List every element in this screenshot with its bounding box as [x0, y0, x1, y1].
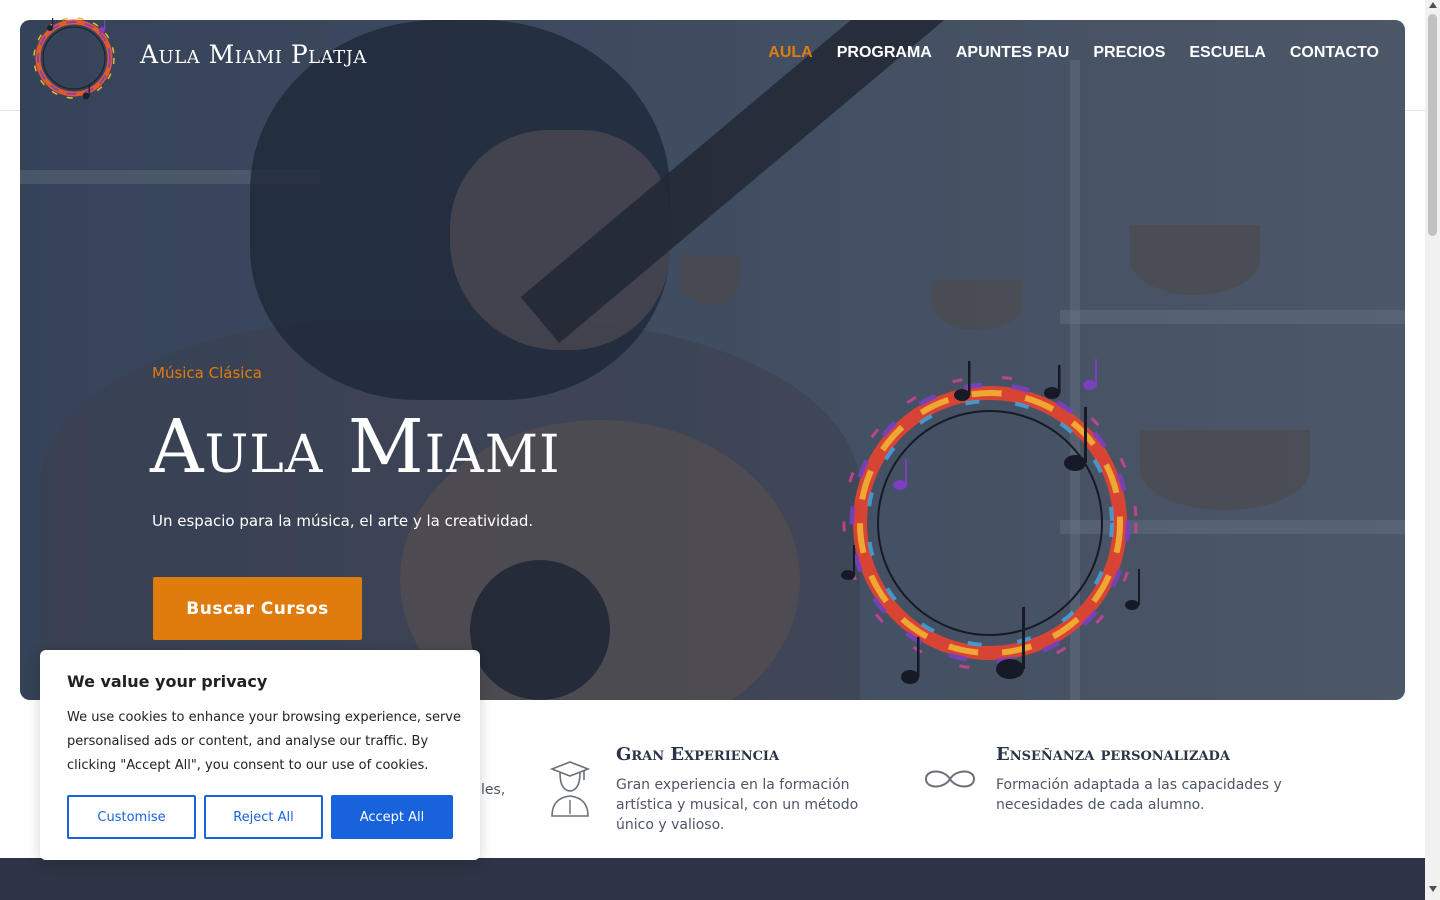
cookie-text: We use cookies to enhance your browsing … — [67, 710, 461, 773]
site-logo[interactable] — [28, 8, 120, 104]
main-nav: AULA PROGRAMA APUNTES PAU PRECIOS ESCUEL… — [744, 44, 1379, 62]
page: Aula Miami Platja AULA PROGRAMA APUNTES … — [0, 0, 1425, 900]
feature-text: Gran experiencia en la formación artísti… — [616, 777, 859, 833]
nav-item-escuela[interactable]: ESCUELA — [1189, 44, 1265, 62]
music-ring-graphic — [820, 355, 1160, 695]
graduate-icon — [548, 760, 592, 818]
feature-text: les, — [481, 782, 506, 798]
infinity-icon — [922, 764, 978, 794]
feature-personalized: Enseñanza personalizada Formación adapta… — [996, 744, 1286, 815]
feature-experience: Gran Experiencia Gran experiencia en la … — [616, 744, 886, 835]
hero-subtitle: Un espacio para la música, el arte y la … — [152, 512, 534, 530]
reject-all-button[interactable]: Reject All — [204, 795, 323, 839]
scroll-down-icon[interactable] — [1428, 886, 1437, 892]
search-courses-button[interactable]: Buscar Cursos — [153, 577, 362, 640]
accept-all-button[interactable]: Accept All — [331, 795, 453, 839]
scroll-up-icon[interactable] — [1428, 2, 1437, 8]
music-ring-logo-icon — [33, 17, 115, 100]
feature-music: les, — [481, 780, 505, 800]
music-ring-icon — [841, 359, 1140, 684]
footer-band — [0, 858, 1425, 900]
scrollbar-thumb[interactable] — [1428, 14, 1437, 236]
nav-item-aula[interactable]: AULA — [768, 44, 812, 62]
hero-title: Aula Miami — [150, 404, 561, 490]
hero-eyebrow: Música Clásica — [152, 364, 262, 382]
nav-item-precios[interactable]: PRECIOS — [1093, 44, 1165, 62]
nav-item-apuntes-pau[interactable]: APUNTES PAU — [956, 44, 1070, 62]
cookie-banner: We value your privacy We use cookies to … — [40, 650, 480, 860]
feature-text: Formación adaptada a las capacidades y n… — [996, 777, 1282, 813]
feature-title: Enseñanza personalizada — [996, 744, 1230, 765]
customise-button[interactable]: Customise — [67, 795, 196, 839]
nav-item-programa[interactable]: PROGRAMA — [837, 44, 932, 62]
cookie-title: We value your privacy — [67, 672, 268, 691]
site-title[interactable]: Aula Miami Platja — [140, 40, 367, 69]
page-scrollbar[interactable] — [1425, 0, 1440, 900]
feature-title: Gran Experiencia — [616, 744, 780, 765]
nav-item-contacto[interactable]: CONTACTO — [1290, 44, 1379, 62]
